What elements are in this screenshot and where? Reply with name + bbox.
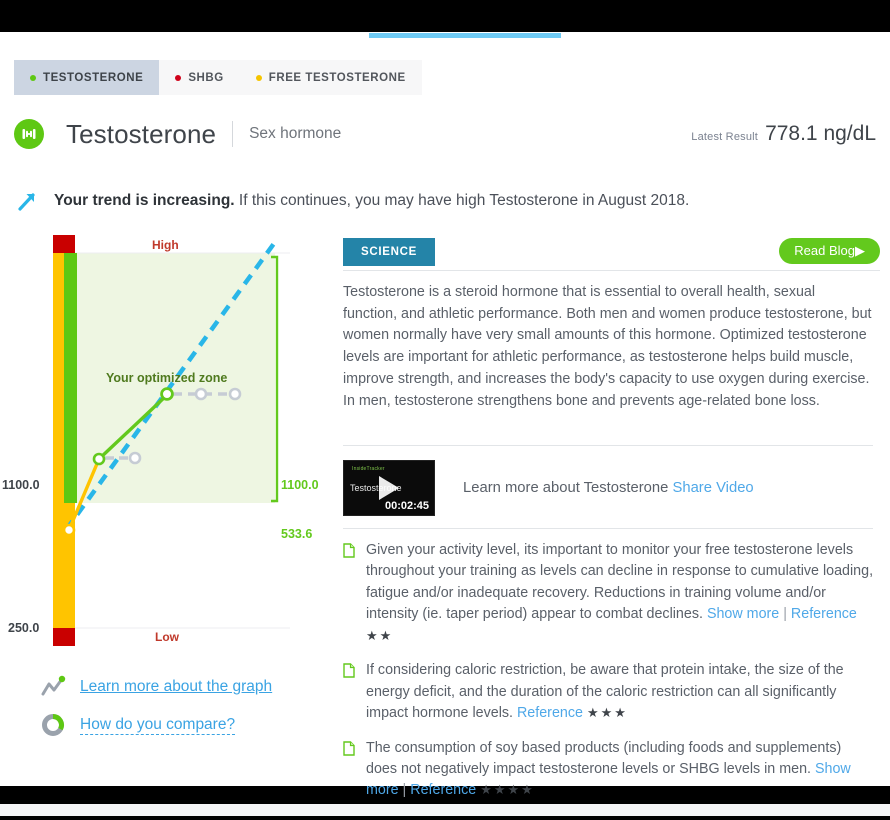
read-blog-label: Read Blog <box>794 243 855 258</box>
read-blog-arrow-icon: ▶ <box>855 243 865 258</box>
marker-tabstrip: TESTOSTERONE SHBG FREE TESTOSTERONE <box>14 60 422 95</box>
link-row-learn-more[interactable]: Learn more about the graph <box>40 668 335 706</box>
insight-body: The consumption of soy based products (i… <box>366 739 842 777</box>
trend-up-arrow-icon <box>14 188 40 214</box>
axis-tick-min: 250.0 <box>8 621 40 635</box>
list-item: Given your activity level, its important… <box>343 540 875 647</box>
biomarker-subtitle: Sex hormone <box>249 125 342 142</box>
show-more-link[interactable]: Show more <box>707 606 779 622</box>
footer-strip <box>0 804 890 816</box>
optimal-min-label: 533.6 <box>281 527 313 541</box>
biomarker-gauge-chart[interactable]: 1100.0 250.0 High Low Your optimized zon… <box>0 230 335 660</box>
gauge-high-out-of-range <box>53 235 75 253</box>
insight-rating-stars: ★★ <box>366 627 394 643</box>
biomarker-header: Testosterone Sex hormone Latest Result 7… <box>14 110 876 158</box>
learn-more-graph-link[interactable]: Learn more about the graph <box>80 678 272 696</box>
tab-shbg[interactable]: SHBG <box>159 60 239 95</box>
share-video-link[interactable]: Share Video <box>672 480 753 496</box>
latest-result-label: Latest Result <box>691 131 759 143</box>
insight-separator: | <box>398 782 411 799</box>
reference-link[interactable]: Reference <box>410 782 476 798</box>
optimized-zone-label: Your optimized zone <box>106 371 228 385</box>
tab-shbg-label: SHBG <box>188 71 224 84</box>
dumbbell-icon <box>14 119 44 149</box>
chart-column: 1100.0 250.0 High Low Your optimized zon… <box>0 230 335 786</box>
tab-testosterone[interactable]: TESTOSTERONE <box>14 60 160 95</box>
insight-separator: | <box>779 606 791 623</box>
trend-bold: Your trend is increasing. <box>54 192 235 209</box>
divider-2 <box>343 528 873 529</box>
optimal-max-label: 1100.0 <box>281 478 319 492</box>
trend-rest: If this continues, you may have high Tes… <box>234 192 690 209</box>
reference-link[interactable]: Reference <box>791 606 857 622</box>
science-body-text: Testosterone is a steroid hormone that i… <box>343 284 872 409</box>
document-icon <box>343 738 356 802</box>
divider-1 <box>343 445 873 446</box>
tab-free-testosterone-label: FREE TESTOSTERONE <box>268 71 406 84</box>
shbg-dot-icon <box>175 74 182 81</box>
insight-text: Given your activity level, its important… <box>366 540 875 647</box>
page-title: Testosterone <box>66 118 217 149</box>
latest-result: Latest Result 778.1 ng/dL <box>691 122 876 146</box>
chart-svg <box>53 235 290 646</box>
video-brand-label: InsideTracker <box>352 466 385 472</box>
trend-banner: Your trend is increasing. If this contin… <box>14 188 876 214</box>
future-point-2 <box>194 387 208 401</box>
video-caption-text: Learn more about Testosterone <box>463 480 673 496</box>
data-point-1 <box>62 523 76 537</box>
high-zone-label: High <box>152 238 179 252</box>
insight-text: The consumption of soy based products (i… <box>366 738 875 802</box>
axis-tick-max: 1100.0 <box>2 478 40 492</box>
future-point-3 <box>228 387 242 401</box>
free-testosterone-dot-icon <box>255 74 262 81</box>
insights-list: Given your activity level, its important… <box>343 540 875 815</box>
reference-link[interactable]: Reference <box>517 705 583 721</box>
line-chart-icon <box>40 674 66 700</box>
chart-links: Learn more about the graph How do you co… <box>40 668 335 744</box>
data-point-2 <box>92 452 106 466</box>
play-icon[interactable] <box>379 476 399 500</box>
science-header-bar: SCIENCE Read Blog▶ <box>343 238 880 271</box>
insight-rating-stars: ★★★ <box>586 705 628 721</box>
video-thumbnail[interactable]: InsideTracker Testosterone 00:02:45 <box>343 460 435 516</box>
link-row-compare[interactable]: How do you compare? <box>40 706 335 744</box>
trend-text: Your trend is increasing. If this contin… <box>54 192 689 210</box>
donut-chart-icon <box>40 712 66 738</box>
video-row: InsideTracker Testosterone 00:02:45 Lear… <box>343 460 873 516</box>
data-point-3-latest <box>160 387 174 401</box>
how-do-you-compare-link[interactable]: How do you compare? <box>80 716 236 735</box>
video-duration: 00:02:45 <box>384 500 429 512</box>
insight-text: If considering caloric restriction, be a… <box>366 660 875 724</box>
tab-free-testosterone[interactable]: FREE TESTOSTERONE <box>240 60 422 95</box>
title-divider <box>232 121 234 147</box>
document-icon <box>343 540 356 647</box>
testosterone-dot-icon <box>30 74 36 81</box>
gauge-optimal-range <box>64 253 77 503</box>
video-caption: Learn more about Testosterone Share Vide… <box>463 480 754 496</box>
document-icon <box>343 660 356 724</box>
low-zone-label: Low <box>155 630 179 644</box>
browser-top-band <box>0 0 890 32</box>
latest-result-value: 778.1 ng/dL <box>765 122 876 145</box>
science-column: SCIENCE Read Blog▶ Testosterone is a ste… <box>335 230 880 798</box>
read-blog-button[interactable]: Read Blog▶ <box>779 238 880 264</box>
main-area: 1100.0 250.0 High Low Your optimized zon… <box>0 230 890 798</box>
list-item: The consumption of soy based products (i… <box>343 738 875 802</box>
science-tag: SCIENCE <box>343 238 436 266</box>
tab-testosterone-label: TESTOSTERONE <box>43 71 144 84</box>
insight-rating-stars: ★★★★ <box>480 782 535 798</box>
page-content: TESTOSTERONE SHBG FREE TESTOSTERONE Test… <box>0 38 890 816</box>
list-item: If considering caloric restriction, be a… <box>343 660 875 724</box>
future-point-1 <box>128 451 142 465</box>
gauge-low-out-of-range <box>53 628 75 646</box>
